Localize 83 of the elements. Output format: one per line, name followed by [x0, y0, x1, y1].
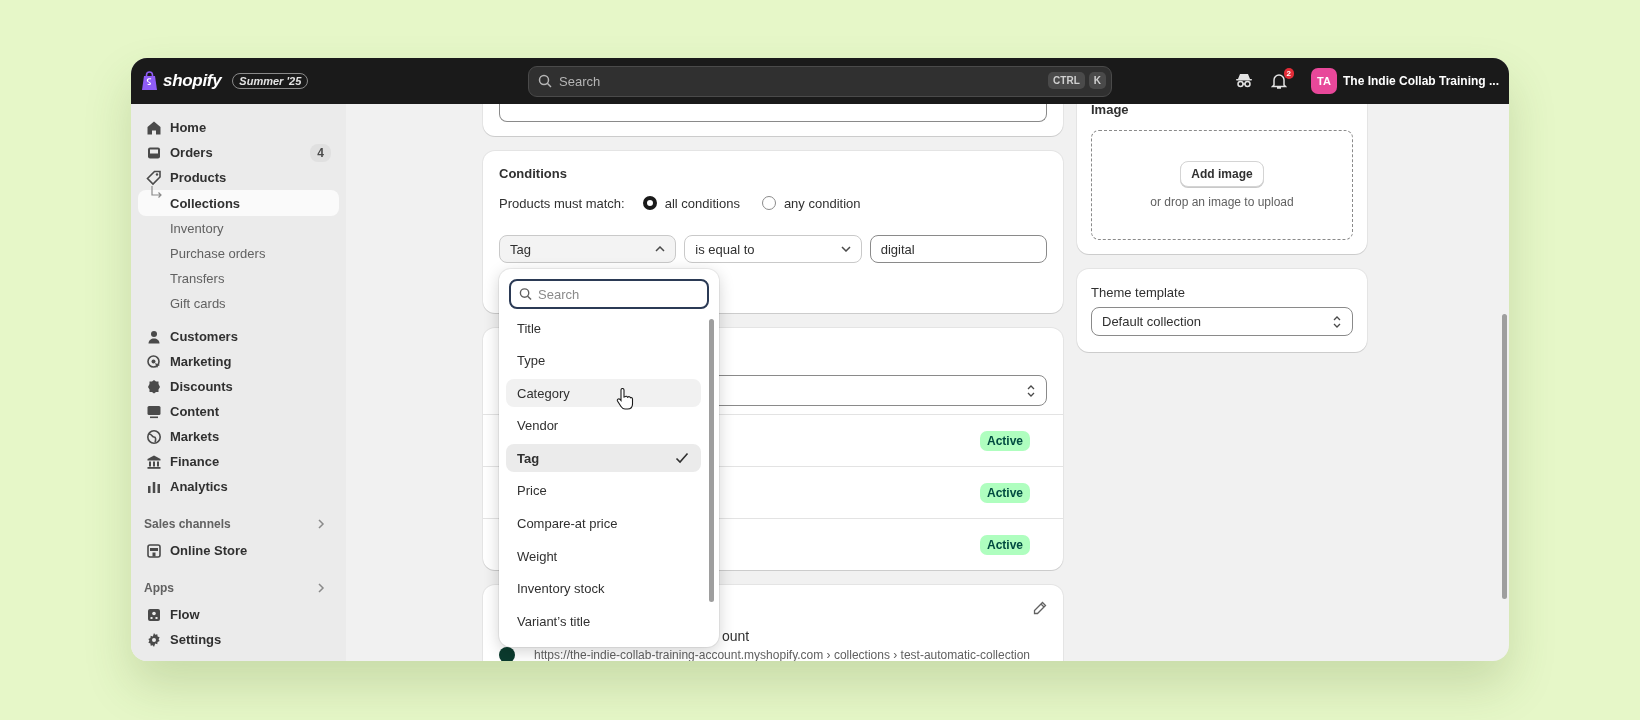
up-down-icon: [1026, 383, 1036, 398]
sidebar-item[interactable]: Orders 4: [138, 140, 339, 165]
flow-icon: [146, 606, 162, 623]
dropdown-option[interactable]: Vendor: [506, 411, 701, 440]
search-icon: [538, 74, 552, 88]
notification-count: 2: [1283, 67, 1294, 79]
scrollbar-thumb[interactable]: [1502, 314, 1507, 599]
operator-select[interactable]: is equal to: [684, 235, 862, 263]
drop-hint: or drop an image to upload: [1150, 195, 1294, 209]
bell-icon: [1271, 72, 1287, 90]
sidebar-item[interactable]: Customers: [138, 324, 339, 349]
dropdown-option[interactable]: Category: [506, 379, 701, 408]
sidebar-item[interactable]: Products: [138, 165, 339, 190]
person-icon: [146, 328, 162, 345]
sidebar-item[interactable]: Flow: [138, 602, 339, 627]
sidebar-item[interactable]: Home: [138, 115, 339, 140]
chevron-right-icon[interactable]: [317, 581, 325, 594]
card-title: Image: [1091, 104, 1130, 118]
shopping-bag-icon: [141, 71, 158, 91]
section-heading: Apps: [144, 580, 174, 595]
chevron-right-icon[interactable]: [317, 517, 325, 530]
pencil-icon[interactable]: [1033, 601, 1047, 615]
sidebar-item[interactable]: Online Store: [138, 538, 339, 563]
count-badge: 4: [310, 143, 331, 162]
bank-icon: [146, 453, 162, 470]
scrollbar-thumb[interactable]: [709, 319, 714, 602]
up-down-icon: [1332, 314, 1342, 329]
logo-text: shopify: [163, 71, 222, 91]
notifications-button[interactable]: 2: [1267, 68, 1291, 94]
dropdown-option[interactable]: Title: [506, 314, 701, 342]
search-field[interactable]: Search: [509, 279, 709, 309]
status-badge: Active: [979, 534, 1030, 555]
incognito-icon[interactable]: [1235, 73, 1253, 89]
check-icon: [675, 452, 689, 465]
match-label: Products must match:: [499, 195, 625, 211]
sidebar-item[interactable]: Finance: [138, 449, 339, 474]
sidebar-item[interactable]: Inventory: [138, 216, 339, 241]
field-select[interactable]: Tag: [499, 235, 677, 263]
sidebar-item[interactable]: Purchase orders: [138, 241, 339, 266]
discount-icon: [146, 378, 162, 395]
chevron-down-icon: [840, 246, 851, 252]
tag-icon: [146, 169, 162, 186]
radio-label[interactable]: all conditions: [664, 195, 740, 211]
sidebar-item[interactable]: Gift cards: [138, 291, 339, 316]
template-select[interactable]: Default collection: [1091, 307, 1353, 336]
site-icon: [499, 647, 515, 661]
card-title: Conditions: [499, 166, 568, 182]
dropdown-option[interactable]: Type: [506, 346, 701, 375]
dropdown-option[interactable]: Price: [506, 476, 701, 505]
sidebar-item[interactable]: Marketing: [138, 349, 339, 374]
radio-label[interactable]: any condition: [783, 195, 861, 211]
drop-zone[interactable]: Add image or drop an image to upload: [1091, 130, 1353, 240]
sidebar-item[interactable]: Markets: [138, 424, 339, 449]
sidebar-item[interactable]: Transfers: [138, 266, 339, 291]
dropdown-option[interactable]: Weight: [506, 542, 701, 571]
home-icon: [146, 119, 162, 136]
status-badge: Active: [979, 430, 1030, 451]
section-heading: Sales channels: [144, 516, 231, 531]
field-label: Theme template: [1091, 285, 1186, 301]
monitor-icon: [146, 403, 162, 420]
store-icon: [146, 542, 162, 559]
target-icon: [146, 353, 162, 370]
settings-icon: [146, 631, 162, 648]
store-avatar[interactable]: TA: [1311, 68, 1337, 94]
sidebar-item[interactable]: Settings: [138, 627, 339, 652]
chevron-up-icon: [655, 246, 666, 252]
dropdown-option[interactable]: Compare-at price: [506, 509, 701, 538]
value-field[interactable]: digital: [869, 235, 1047, 263]
store-name[interactable]: The Indie Collab Training ...: [1343, 74, 1499, 88]
sidebar-item[interactable]: Analytics: [138, 474, 339, 499]
sidebar-item[interactable]: Discounts: [138, 374, 339, 399]
radio-button[interactable]: [642, 196, 657, 210]
hand-cursor-icon: [616, 388, 634, 410]
dropdown-option[interactable]: Tag: [506, 444, 701, 473]
add-image-button[interactable]: Add image: [1180, 161, 1264, 187]
status-badge: Active: [979, 482, 1030, 503]
dropdown-option[interactable]: Variant’s title: [506, 607, 701, 636]
sidebar-item[interactable]: Content: [138, 399, 339, 424]
dropdown-option[interactable]: Inventory stock: [506, 574, 701, 603]
seo-title: ount: [722, 627, 751, 645]
seo-url: https://the-indie-collab-training-account.myshopify.com › collections › test-automatic-collection: [534, 648, 1030, 661]
search-icon: [519, 287, 532, 301]
globe-icon: [146, 428, 162, 445]
